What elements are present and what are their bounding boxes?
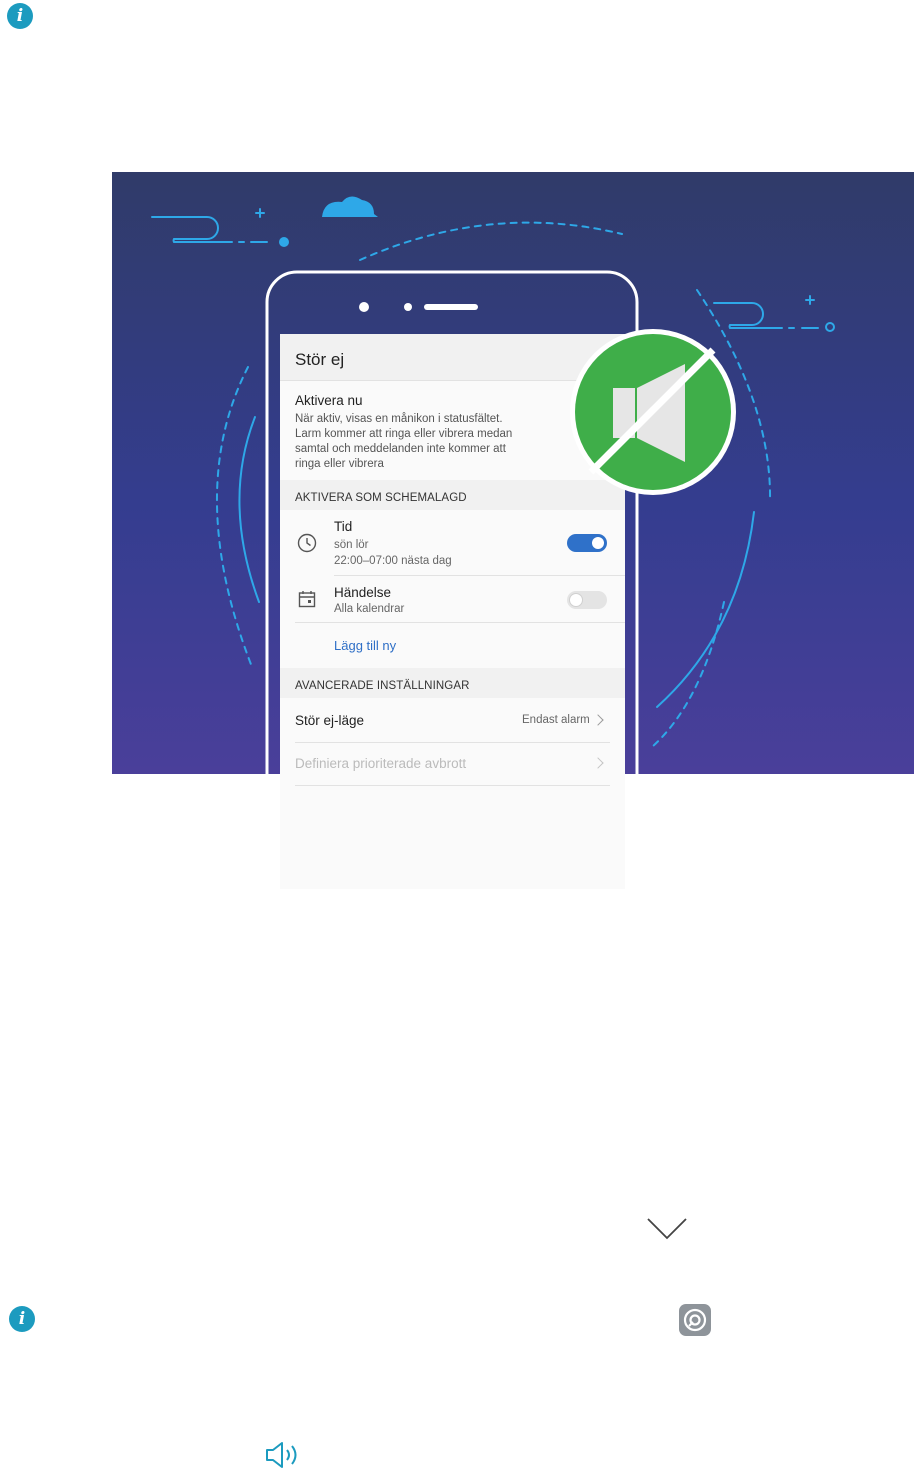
schedule-item-time[interactable]: Tid sön lör 22:00–07:00 nästa dag (280, 510, 625, 575)
speaker-muted-icon (570, 329, 736, 495)
chevron-right-icon (592, 714, 604, 726)
clock-icon (297, 533, 317, 553)
schedule-item-hours: 22:00–07:00 nästa dag (334, 555, 452, 567)
priority-row[interactable]: Definiera prioriterade avbrott (280, 743, 625, 785)
dnd-mode-title: Stör ej-läge (295, 713, 365, 728)
calendar-icon (298, 591, 316, 608)
add-new-link[interactable]: Lägg till ny (334, 638, 396, 653)
gear-glyph (683, 1308, 707, 1332)
divider (295, 622, 625, 623)
toggle-knob (570, 594, 582, 606)
info-icon: i (7, 3, 33, 29)
priority-title: Definiera prioriterade avbrott (295, 756, 467, 771)
dnd-mode-row[interactable]: Stör ej-läge Endast alarm (280, 698, 625, 742)
toggle-knob (592, 537, 604, 549)
description-line: Larm kommer att ringa eller vibrera meda… (295, 428, 513, 440)
description-line: samtal och meddelanden inte kommer att (295, 443, 506, 455)
section-header-advanced: AVANCERADE INSTÄLLNINGAR (295, 680, 470, 692)
scheduled-list: Tid sön lör 22:00–07:00 nästa dag Händel… (280, 510, 625, 668)
advanced-list: Stör ej-läge Endast alarm Definiera prio… (280, 698, 625, 889)
chevron-right-icon (592, 757, 604, 769)
chevron-down-icon[interactable] (646, 1216, 688, 1242)
screen-title: Stör ej (295, 350, 345, 369)
description-line: ringa eller vibrera (295, 458, 384, 470)
event-toggle[interactable] (567, 591, 607, 609)
volume-icon (266, 1442, 297, 1468)
schedule-item-event[interactable]: Händelse Alla kalendrar (280, 576, 625, 622)
schedule-item-days: sön lör (334, 539, 369, 551)
settings-gear-icon (679, 1304, 711, 1336)
activate-now-title: Aktivera nu (295, 393, 363, 408)
dnd-mode-value: Endast alarm (522, 714, 590, 726)
time-toggle[interactable] (567, 534, 607, 552)
schedule-item-title: Tid (334, 519, 353, 534)
divider (295, 785, 610, 786)
schedule-item-title: Händelse (334, 585, 392, 600)
info-icon: i (9, 1306, 35, 1332)
activate-now-description: När aktiv, visas en månikon i statusfält… (295, 412, 512, 472)
schedule-item-calendars: Alla kalendrar (334, 603, 405, 615)
description-line: När aktiv, visas en månikon i statusfält… (295, 413, 503, 425)
section-header-scheduled: AKTIVERA SOM SCHEMALAGD (295, 492, 467, 504)
